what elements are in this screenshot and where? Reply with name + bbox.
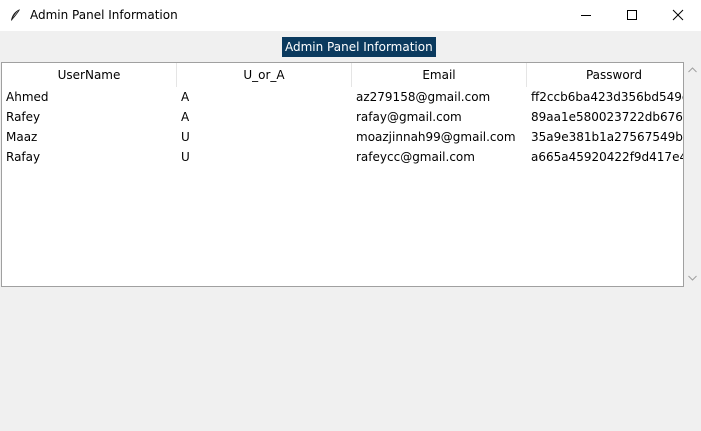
cell-username: Maaz bbox=[6, 130, 38, 144]
cell-email: az279158@gmail.com bbox=[356, 90, 491, 104]
minimize-icon bbox=[581, 15, 591, 16]
table-header: UserName U_or_A Email Password bbox=[2, 63, 683, 87]
close-icon bbox=[672, 9, 684, 21]
scroll-up-button[interactable] bbox=[684, 62, 701, 79]
table-row[interactable]: Rafey A rafay@gmail.com 89aa1e580023722d… bbox=[2, 107, 683, 127]
table-row[interactable]: Ahmed A az279158@gmail.com ff2ccb6ba423d… bbox=[2, 87, 683, 107]
cell-password: ff2ccb6ba423d356bd549ed4b bbox=[531, 90, 683, 104]
cell-password: a665a45920422f9d417e4867ef bbox=[531, 150, 683, 164]
close-button[interactable] bbox=[655, 0, 701, 31]
column-header-password[interactable]: Password bbox=[527, 63, 683, 87]
maximize-button[interactable] bbox=[609, 0, 655, 31]
panel-heading: Admin Panel Information bbox=[282, 37, 436, 57]
window-title: Admin Panel Information bbox=[30, 8, 178, 22]
cell-u-or-a: A bbox=[181, 110, 190, 124]
cell-u-or-a: U bbox=[181, 130, 190, 144]
minimize-button[interactable] bbox=[563, 0, 609, 31]
cell-username: Rafay bbox=[6, 150, 41, 164]
cell-password: 89aa1e580023722db67646e814 bbox=[531, 110, 683, 124]
cell-email: rafay@gmail.com bbox=[356, 110, 462, 124]
cell-u-or-a: U bbox=[181, 150, 190, 164]
table-body: Ahmed A az279158@gmail.com ff2ccb6ba423d… bbox=[2, 87, 683, 167]
cell-username: Rafey bbox=[6, 110, 41, 124]
chevron-down-icon bbox=[688, 275, 697, 281]
table-row[interactable]: Maaz U moazjinnah99@gmail.com 35a9e381b1… bbox=[2, 127, 683, 147]
cell-email: moazjinnah99@gmail.com bbox=[356, 130, 516, 144]
users-table[interactable]: UserName U_or_A Email Password Ahmed A a… bbox=[1, 62, 684, 287]
column-header-username[interactable]: UserName bbox=[2, 63, 177, 87]
table-row[interactable]: Rafay U rafeycc@gmail.com a665a45920422f… bbox=[2, 147, 683, 167]
scroll-down-button[interactable] bbox=[684, 270, 701, 287]
column-header-u-or-a[interactable]: U_or_A bbox=[177, 63, 352, 87]
title-bar[interactable]: Admin Panel Information bbox=[0, 0, 701, 31]
vertical-scrollbar[interactable] bbox=[684, 62, 701, 287]
cell-u-or-a: A bbox=[181, 90, 190, 104]
column-header-email[interactable]: Email bbox=[352, 63, 527, 87]
cell-username: Ahmed bbox=[6, 90, 49, 104]
cell-password: 35a9e381b1a27567549b5f8a6f bbox=[531, 130, 683, 144]
cell-email: rafeycc@gmail.com bbox=[356, 150, 475, 164]
feather-icon bbox=[8, 8, 22, 22]
chevron-up-icon bbox=[688, 67, 697, 73]
maximize-icon bbox=[627, 10, 637, 20]
